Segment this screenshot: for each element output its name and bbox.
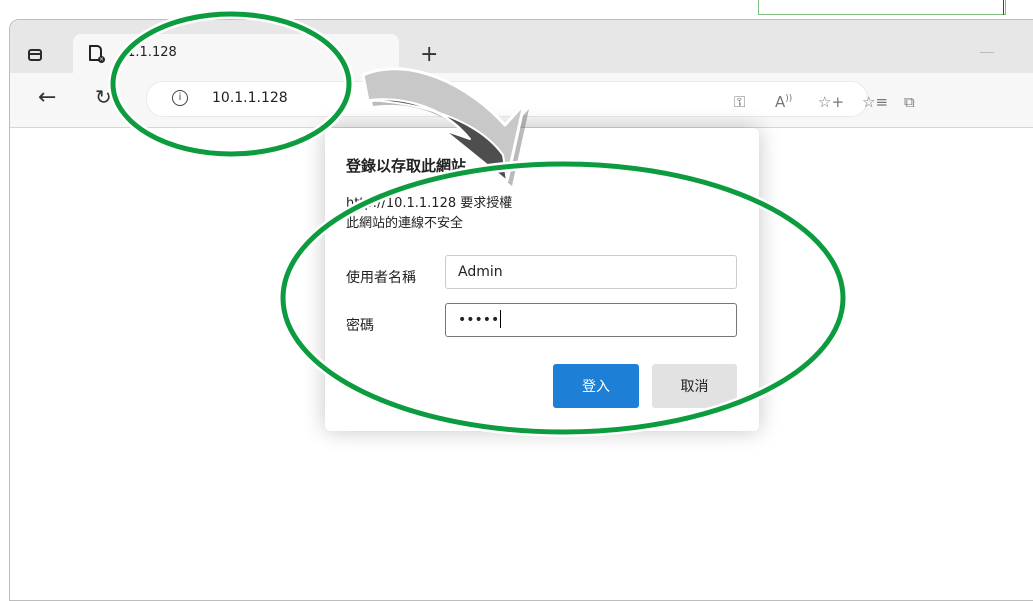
page-icon: × bbox=[89, 45, 105, 63]
read-aloud-icon[interactable]: A)) bbox=[775, 93, 792, 111]
favorites-icon[interactable]: ☆≡ bbox=[862, 93, 888, 111]
browser-toolbar: ← ↻ i 10.1.1.128 ⚿ A)) ☆+ ☆≡ ⧉ bbox=[10, 73, 1033, 128]
active-tab[interactable]: × .1.1.128 bbox=[73, 34, 399, 73]
info-icon[interactable]: i bbox=[172, 90, 188, 106]
dialog-title: 登錄以存取此網站 bbox=[346, 157, 467, 175]
refresh-icon[interactable]: ↻ bbox=[95, 85, 112, 109]
text-cursor bbox=[500, 310, 502, 328]
key-icon[interactable]: ⚿ bbox=[734, 93, 745, 111]
back-icon[interactable]: ← bbox=[38, 85, 56, 110]
cancel-button[interactable]: 取消 bbox=[652, 364, 737, 408]
login-dialog: 登錄以存取此網站 http://10.1.1.128 要求授權 此網站的連線不安… bbox=[325, 128, 759, 431]
address-bar[interactable]: i 10.1.1.128 bbox=[146, 81, 868, 117]
password-value: ••••• bbox=[458, 312, 500, 328]
insecure-badge-icon: × bbox=[98, 56, 105, 63]
username-field[interactable]: Admin bbox=[445, 255, 737, 289]
password-label: 密碼 bbox=[346, 318, 374, 334]
minimize-button[interactable] bbox=[980, 52, 994, 53]
username-value: Admin bbox=[458, 264, 503, 280]
password-field[interactable]: ••••• bbox=[445, 303, 737, 337]
username-label: 使用者名稱 bbox=[346, 270, 416, 286]
top-right-frame-divider bbox=[1003, 0, 1004, 15]
address-url[interactable]: 10.1.1.128 bbox=[212, 90, 288, 106]
top-right-frame bbox=[758, 0, 1006, 15]
login-button[interactable]: 登入 bbox=[553, 364, 639, 408]
collections-icon[interactable]: ⧉ bbox=[904, 93, 915, 111]
tab-actions-icon[interactable] bbox=[28, 49, 42, 61]
add-favorite-icon[interactable]: ☆+ bbox=[818, 93, 844, 111]
new-tab-button[interactable]: + bbox=[420, 42, 438, 67]
tab-strip: × .1.1.128 + bbox=[10, 20, 1033, 73]
connection-warning-text: 此網站的連線不安全 bbox=[346, 216, 464, 231]
auth-request-text: http://10.1.1.128 要求授權 bbox=[346, 196, 513, 211]
tab-title: .1.1.128 bbox=[123, 45, 177, 60]
